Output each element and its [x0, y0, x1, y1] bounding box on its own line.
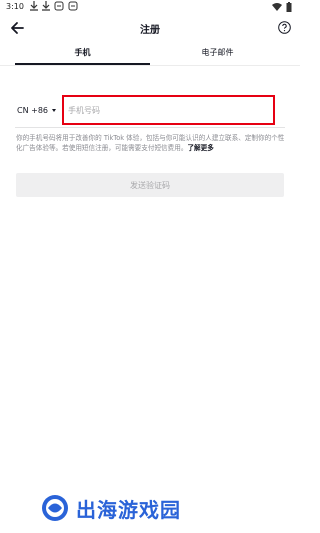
learn-more-link[interactable]: 了解更多: [187, 144, 213, 152]
battery-icon: [286, 2, 292, 12]
top-nav: 注册: [0, 14, 300, 42]
help-icon[interactable]: [278, 21, 291, 34]
download-icon: [30, 1, 38, 11]
app-notification-icon: [68, 1, 78, 11]
app-notification-icon: [54, 1, 64, 11]
tab-bar: 手机 电子邮件: [0, 43, 300, 66]
phone-number-input[interactable]: [62, 95, 275, 125]
watermark: 出海游戏园: [40, 488, 260, 528]
caret-down-icon: [52, 109, 56, 112]
download-icon: [42, 1, 50, 11]
status-bar: 3:10: [0, 0, 300, 14]
country-code-label: CN +86: [17, 106, 48, 115]
notification-icons: [30, 1, 78, 11]
page-title: 注册: [140, 25, 160, 36]
phone-row: CN +86: [15, 95, 285, 128]
info-body: 你的手机号码将用于改善你的 TikTok 体验，包括与你可能认识的人建立联系、定…: [16, 134, 285, 152]
send-code-button[interactable]: 发送验证码: [16, 173, 284, 197]
tab-email[interactable]: 电子邮件: [150, 43, 285, 63]
watermark-text: 出海游戏园: [76, 497, 181, 522]
status-time: 3:10: [6, 2, 24, 11]
wifi-icon: [272, 3, 282, 11]
watermark-logo-icon: [42, 495, 68, 521]
info-text: 你的手机号码将用于改善你的 TikTok 体验，包括与你可能认识的人建立联系、定…: [16, 133, 286, 153]
country-code-selector[interactable]: CN +86: [17, 106, 56, 115]
system-icons: [272, 2, 292, 12]
tab-phone[interactable]: 手机: [15, 43, 150, 65]
